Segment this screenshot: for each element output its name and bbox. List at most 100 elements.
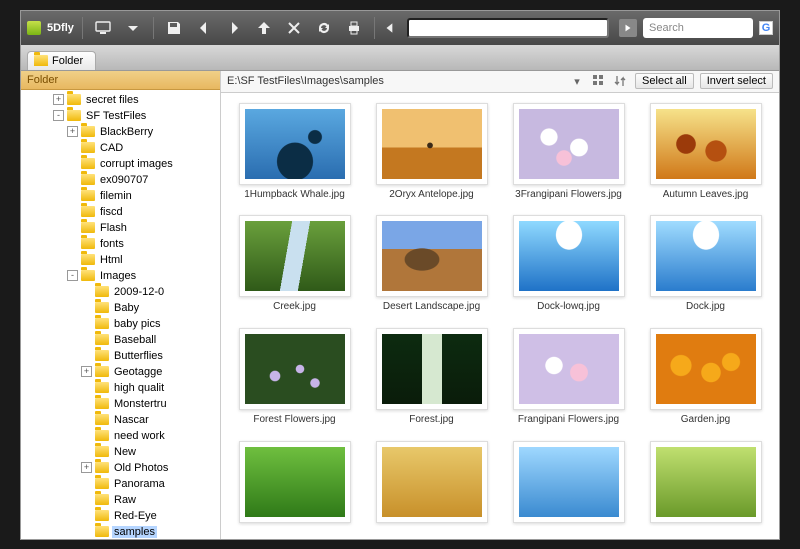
refresh-icon[interactable] [312,16,336,40]
tab-folder[interactable]: Folder [27,51,96,70]
tree-label: filemin [98,190,134,202]
tree-node[interactable]: - SF TestFiles [25,108,220,124]
tree-label: baby pics [112,318,162,330]
up-icon[interactable] [252,16,276,40]
tree-node[interactable]: +Geotagge [25,364,220,380]
sidebar-header: Folder [21,71,220,90]
tree-node[interactable]: New [25,444,220,460]
folder-icon [34,55,48,66]
expand-toggle[interactable]: - [67,270,78,281]
search-input[interactable]: Search [643,18,753,38]
addr-left-icon[interactable] [383,16,397,40]
thumbnail[interactable]: Dock-lowq.jpg [505,215,632,314]
folder-icon [95,302,109,313]
tree-node[interactable]: CAD [25,140,220,156]
thumbnail[interactable]: Forest Flowers.jpg [231,328,358,427]
thumbnail[interactable]: Autumn Leaves.jpg [642,103,769,202]
go-button[interactable] [619,19,637,37]
tree-node[interactable]: filemin [25,188,220,204]
thumbnail-image [650,441,762,523]
google-icon[interactable]: G [759,21,773,35]
thumbnail-caption: Desert Landscape.jpg [383,301,480,312]
folder-icon [81,254,95,265]
print-icon[interactable] [342,16,366,40]
tree-node[interactable]: +secret files [25,92,220,108]
tree-node[interactable]: need work [25,428,220,444]
thumbnail[interactable] [642,441,769,529]
forward-icon[interactable] [222,16,246,40]
thumbnail[interactable] [368,441,495,529]
tree-node[interactable]: +BlackBerry [25,124,220,140]
expand-toggle[interactable]: + [53,94,64,105]
thumbnail[interactable]: Forest.jpg [368,328,495,427]
tree-node[interactable]: baby pics [25,316,220,332]
invert-selection-button[interactable]: Invert select [700,73,773,89]
thumbnail-image [376,328,488,410]
tree-node[interactable]: Baby [25,300,220,316]
tree-node[interactable]: 2009-12-0 [25,284,220,300]
path-dropdown-icon[interactable]: ▾ [569,73,585,89]
thumbnail-image [239,328,351,410]
thumbnail-image [376,215,488,297]
view-options-icon[interactable] [591,73,607,89]
expand-toggle[interactable]: - [53,110,64,121]
thumbnail[interactable]: 3Frangipani Flowers.jpg [505,103,632,202]
expand-toggle[interactable]: + [81,462,92,473]
monitor-icon[interactable] [91,16,115,40]
sort-icon[interactable] [613,73,629,89]
thumbnail-image [513,215,625,297]
tree-label: New [112,446,138,458]
folder-icon [81,158,95,169]
tree-label: fonts [98,238,126,250]
thumbnail-caption: Creek.jpg [273,301,316,312]
path-bar: E:\SF TestFiles\Images\samples ▾ Select … [221,71,779,93]
expand-toggle[interactable]: + [67,126,78,137]
tree-node[interactable]: Raw [25,492,220,508]
tree-node[interactable]: corrupt images [25,156,220,172]
tree-node[interactable]: high qualit [25,380,220,396]
tree-node[interactable]: Baseball [25,332,220,348]
folder-icon [95,382,109,393]
tree-node[interactable]: Panorama [25,476,220,492]
tree-node[interactable]: Monstertru [25,396,220,412]
thumbnail-image [513,328,625,410]
select-all-button[interactable]: Select all [635,73,694,89]
delete-icon[interactable] [282,16,306,40]
tree-label: corrupt images [98,158,175,170]
folder-icon [95,526,109,537]
thumbnail-image [239,441,351,523]
thumbnail[interactable]: Dock.jpg [642,215,769,314]
back-icon[interactable] [192,16,216,40]
tree-node[interactable]: Butterflies [25,348,220,364]
dropdown-icon[interactable] [121,16,145,40]
thumbnail[interactable] [505,441,632,529]
tree-node[interactable]: samples [25,524,220,539]
folder-icon [81,206,95,217]
tree-node[interactable]: Nascar [25,412,220,428]
thumbnail[interactable]: Garden.jpg [642,328,769,427]
thumbnail[interactable]: Frangipani Flowers.jpg [505,328,632,427]
thumbnail[interactable]: 1Humpback Whale.jpg [231,103,358,202]
tree-node[interactable]: fonts [25,236,220,252]
tree-node[interactable]: Flash [25,220,220,236]
thumbnail[interactable] [231,441,358,529]
thumbnail-caption: Garden.jpg [681,414,730,425]
thumbnail[interactable]: Creek.jpg [231,215,358,314]
tree-node[interactable]: ex090707 [25,172,220,188]
address-input[interactable] [407,18,609,38]
save-icon[interactable] [162,16,186,40]
folder-tree[interactable]: +secret files - SF TestFiles +BlackBerryCAD… [21,90,220,539]
tree-node[interactable]: Html [25,252,220,268]
tree-node[interactable]: fiscd [25,204,220,220]
thumbnail-caption: Dock-lowq.jpg [537,301,600,312]
tree-node[interactable]: Red-Eye [25,508,220,524]
tree-node[interactable]: -Images [25,268,220,284]
thumbnail-image [376,441,488,523]
thumbnail[interactable]: 2Oryx Antelope.jpg [368,103,495,202]
tree-node[interactable]: +Old Photos [25,460,220,476]
thumbnail-grid[interactable]: 1Humpback Whale.jpg2Oryx Antelope.jpg3Fr… [221,93,779,539]
tree-label: Nascar [112,414,151,426]
thumbnail[interactable]: Desert Landscape.jpg [368,215,495,314]
expand-toggle[interactable]: + [81,366,92,377]
tree-label: SF TestFiles [84,110,148,122]
